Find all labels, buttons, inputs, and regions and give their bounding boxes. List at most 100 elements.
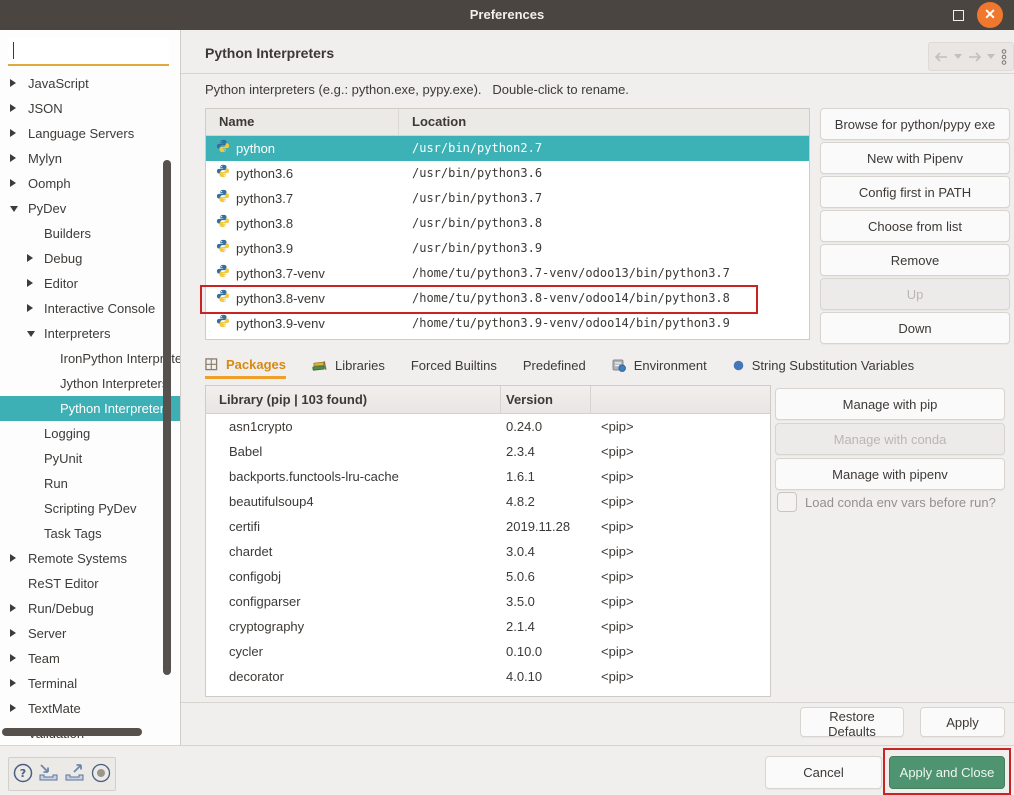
column-header-library[interactable]: Library (pip | 103 found): [206, 386, 501, 413]
browse-for-python-pypy-exe-button[interactable]: Browse for python/pypy exe: [820, 108, 1010, 140]
package-row-backports-functools-lru-cache[interactable]: backports.functools-lru-cache1.6.1<pip>: [206, 464, 770, 489]
sidebar-item-jython-interpreters[interactable]: Jython Interpreters: [0, 371, 180, 396]
back-dropdown-icon[interactable]: [954, 54, 962, 59]
sidebar-item-server[interactable]: Server: [0, 621, 180, 646]
export-icon[interactable]: [64, 763, 86, 786]
manage-with-pip-button[interactable]: Manage with pip: [775, 388, 1005, 420]
expand-icon[interactable]: [10, 554, 16, 562]
sidebar-item-pydev[interactable]: PyDev: [0, 196, 180, 221]
column-header-location[interactable]: Location: [399, 109, 809, 135]
collapse-icon[interactable]: [27, 331, 35, 337]
expand-icon[interactable]: [10, 704, 16, 712]
sidebar-item-json[interactable]: JSON: [0, 96, 180, 121]
maximize-icon[interactable]: [953, 10, 964, 21]
interpreter-row-python3.6[interactable]: python3.6/usr/bin/python3.6: [206, 161, 809, 186]
expand-icon[interactable]: [10, 79, 16, 87]
sidebar-item-run[interactable]: Run: [0, 471, 180, 496]
sidebar-item-pyunit[interactable]: PyUnit: [0, 446, 180, 471]
package-row-configobj[interactable]: configobj5.0.6<pip>: [206, 564, 770, 589]
interpreter-row-python3.7-venv[interactable]: python3.7-venv/home/tu/python3.7-venv/od…: [206, 261, 809, 286]
interpreter-row-python3.7[interactable]: python3.7/usr/bin/python3.7: [206, 186, 809, 211]
package-row-configparser[interactable]: configparser3.5.0<pip>: [206, 589, 770, 614]
sidebar-item-scripting-pydev[interactable]: Scripting PyDev: [0, 496, 180, 521]
sidebar-item-interpreters[interactable]: Interpreters: [0, 321, 180, 346]
choose-from-list-button[interactable]: Choose from list: [820, 210, 1010, 242]
manage-with-conda-button[interactable]: Manage with conda: [775, 423, 1005, 455]
expand-icon[interactable]: [10, 654, 16, 662]
back-arrow-icon[interactable]: [935, 52, 948, 62]
restore-defaults-button[interactable]: Restore Defaults: [800, 707, 904, 737]
interpreter-row-python3.8-venv[interactable]: python3.8-venv/home/tu/python3.8-venv/od…: [206, 286, 809, 311]
column-header-source[interactable]: [591, 386, 770, 413]
tab-environment[interactable]: Environment: [612, 352, 707, 379]
collapse-icon[interactable]: [10, 206, 18, 212]
expand-icon[interactable]: [10, 179, 16, 187]
sidebar-item-ironpython-interpreters[interactable]: IronPython Interpreters: [0, 346, 180, 371]
package-row-babel[interactable]: Babel2.3.4<pip>: [206, 439, 770, 464]
expand-icon[interactable]: [10, 104, 16, 112]
sidebar-item-python-interpreters[interactable]: Python Interpreters: [0, 396, 180, 421]
interpreter-row-python3.9-venv[interactable]: python3.9-venv/home/tu/python3.9-venv/od…: [206, 311, 809, 336]
sidebar-item-language-servers[interactable]: Language Servers: [0, 121, 180, 146]
sidebar-item-javascript[interactable]: JavaScript: [0, 71, 180, 96]
tab-packages[interactable]: Packages: [205, 352, 286, 379]
close-button[interactable]: ✕: [977, 2, 1003, 28]
forward-dropdown-icon[interactable]: [987, 54, 995, 59]
sidebar-horizontal-scrollbar[interactable]: [2, 728, 142, 736]
tab-string-substitution-variables[interactable]: String Substitution Variables: [733, 352, 914, 379]
sidebar-item-mylyn[interactable]: Mylyn: [0, 146, 180, 171]
package-row-chardet[interactable]: chardet3.0.4<pip>: [206, 539, 770, 564]
sidebar-item-builders[interactable]: Builders: [0, 221, 180, 246]
interpreter-row-python3.8[interactable]: python3.8/usr/bin/python3.8: [206, 211, 809, 236]
sidebar-item-textmate[interactable]: TextMate: [0, 696, 180, 721]
package-row-beautifulsoup4[interactable]: beautifulsoup44.8.2<pip>: [206, 489, 770, 514]
import-icon[interactable]: [38, 763, 60, 786]
expand-icon[interactable]: [27, 279, 33, 287]
sidebar-item-interactive-console[interactable]: Interactive Console: [0, 296, 180, 321]
tab-predefined[interactable]: Predefined: [523, 352, 586, 379]
config-first-in-path-button[interactable]: Config first in PATH: [820, 176, 1010, 208]
interpreter-row-python3.9[interactable]: python3.9/usr/bin/python3.9: [206, 236, 809, 261]
sidebar-item-task-tags[interactable]: Task Tags: [0, 521, 180, 546]
expand-icon[interactable]: [10, 604, 16, 612]
sidebar-item-logging[interactable]: Logging: [0, 421, 180, 446]
sidebar-item-rest-editor[interactable]: ReST Editor: [0, 571, 180, 596]
help-icon[interactable]: ?: [13, 763, 33, 786]
cancel-button[interactable]: Cancel: [765, 756, 882, 789]
package-row-asn1crypto[interactable]: asn1crypto0.24.0<pip>: [206, 414, 770, 439]
recent-icon[interactable]: [91, 763, 111, 786]
column-header-name[interactable]: Name: [206, 109, 399, 135]
sidebar-item-editor[interactable]: Editor: [0, 271, 180, 296]
sidebar-vertical-scrollbar[interactable]: [163, 160, 171, 675]
new-with-pipenv-button[interactable]: New with Pipenv: [820, 142, 1010, 174]
package-row-decorator[interactable]: decorator4.0.10<pip>: [206, 664, 770, 689]
manage-with-pipenv-button[interactable]: Manage with pipenv: [775, 458, 1005, 490]
column-header-version[interactable]: Version: [501, 386, 591, 413]
view-menu-icon[interactable]: [1001, 49, 1007, 65]
sidebar-item-debug[interactable]: Debug: [0, 246, 180, 271]
expand-icon[interactable]: [10, 629, 16, 637]
apply-button[interactable]: Apply: [920, 707, 1005, 737]
expand-icon[interactable]: [10, 679, 16, 687]
forward-arrow-icon[interactable]: [968, 52, 981, 62]
expand-icon[interactable]: [27, 304, 33, 312]
expand-icon[interactable]: [10, 129, 16, 137]
sidebar-item-run-debug[interactable]: Run/Debug: [0, 596, 180, 621]
expand-icon[interactable]: [27, 254, 33, 262]
sidebar-item-remote-systems[interactable]: Remote Systems: [0, 546, 180, 571]
apply-and-close-button[interactable]: Apply and Close: [889, 756, 1005, 789]
tab-forced-builtins[interactable]: Forced Builtins: [411, 352, 497, 379]
remove-button[interactable]: Remove: [820, 244, 1010, 276]
filter-input[interactable]: [8, 38, 169, 66]
package-row-cryptography[interactable]: cryptography2.1.4<pip>: [206, 614, 770, 639]
sidebar-item-team[interactable]: Team: [0, 646, 180, 671]
expand-icon[interactable]: [10, 154, 16, 162]
sidebar-item-terminal[interactable]: Terminal: [0, 671, 180, 696]
tab-libraries[interactable]: Libraries: [312, 352, 385, 379]
package-row-certifi[interactable]: certifi2019.11.28<pip>: [206, 514, 770, 539]
up-button[interactable]: Up: [820, 278, 1010, 310]
package-row-cycler[interactable]: cycler0.10.0<pip>: [206, 639, 770, 664]
load-conda-env-checkbox[interactable]: [777, 492, 797, 512]
interpreter-row-python[interactable]: python/usr/bin/python2.7: [206, 136, 809, 161]
sidebar-item-oomph[interactable]: Oomph: [0, 171, 180, 196]
